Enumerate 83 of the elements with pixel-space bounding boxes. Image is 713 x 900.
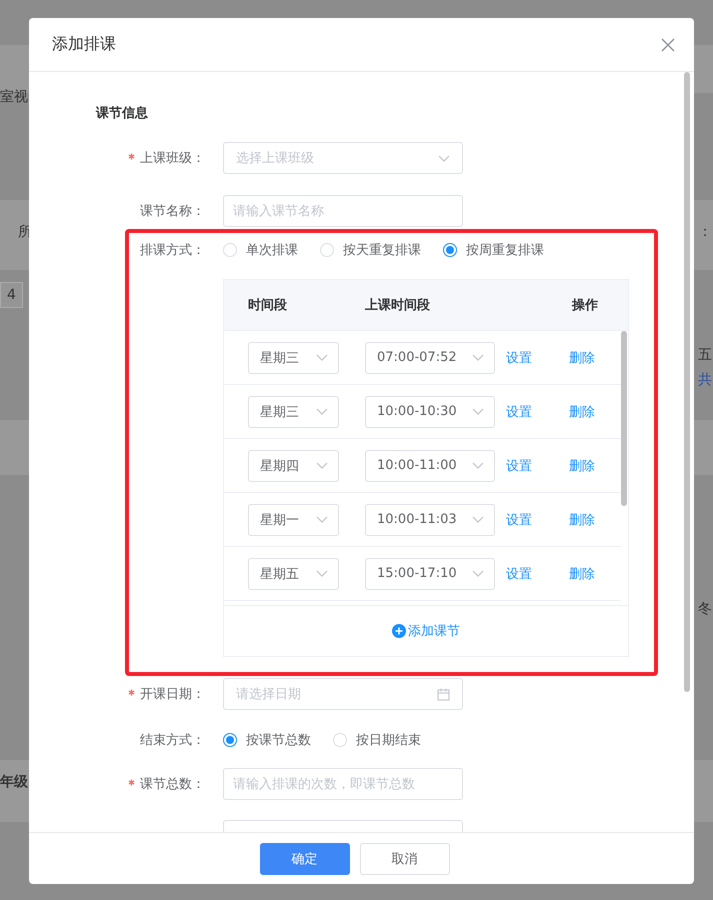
select-value: 星期四 bbox=[260, 458, 299, 474]
select-value: 星期三 bbox=[260, 350, 299, 366]
weekday-select[interactable]: 星期三 bbox=[248, 396, 339, 428]
plus-circle-icon bbox=[392, 624, 406, 638]
chevron-down-icon bbox=[316, 354, 328, 361]
select-value: 07:00-07:52 bbox=[377, 350, 457, 365]
field-label: 排课方式： bbox=[140, 242, 205, 259]
chevron-down-icon bbox=[472, 354, 484, 361]
select-value: 15:00-17:10 bbox=[377, 566, 457, 581]
background-text: ： bbox=[698, 223, 712, 241]
scrollbar-thumb[interactable] bbox=[621, 331, 627, 506]
delete-link[interactable]: 删除 bbox=[569, 564, 595, 582]
cancel-button[interactable]: 取消 bbox=[360, 842, 450, 874]
delete-link[interactable]: 删除 bbox=[569, 456, 595, 474]
chevron-down-icon bbox=[472, 570, 484, 577]
chevron-down-icon bbox=[316, 408, 328, 415]
input-placeholder: 请输入排课的次数，即课节总数 bbox=[233, 776, 415, 793]
delete-link[interactable]: 删除 bbox=[569, 510, 595, 528]
add-lesson-button[interactable]: 添加课节 bbox=[392, 622, 460, 640]
radio-option[interactable]: 按日期结束 bbox=[333, 731, 421, 749]
time-select[interactable]: 07:00-07:52 bbox=[365, 342, 495, 374]
radio-label: 单次排课 bbox=[246, 242, 298, 259]
background-text: 年级 bbox=[0, 773, 28, 791]
settings-link[interactable]: 设置 bbox=[506, 402, 532, 420]
radio-label: 按天重复排课 bbox=[343, 242, 421, 259]
confirm-button[interactable]: 确定 bbox=[260, 842, 350, 874]
field-label: 课节总数： bbox=[128, 775, 205, 793]
input-placeholder: 请输入课节名称 bbox=[233, 203, 324, 220]
chevron-down-icon bbox=[316, 516, 328, 523]
select-value: 10:00-10:30 bbox=[377, 404, 457, 419]
close-icon[interactable] bbox=[660, 36, 676, 52]
time-select[interactable]: 15:00-17:10 bbox=[365, 558, 495, 590]
radio-button[interactable] bbox=[223, 733, 237, 747]
settings-link[interactable]: 设置 bbox=[506, 348, 532, 366]
settings-link[interactable]: 设置 bbox=[506, 564, 532, 582]
chevron-down-icon bbox=[438, 154, 450, 162]
weekday-select[interactable]: 星期三 bbox=[248, 342, 339, 374]
chevron-down-icon bbox=[472, 408, 484, 415]
settings-link[interactable]: 设置 bbox=[506, 456, 532, 474]
dialog-title: 添加排课 bbox=[52, 34, 116, 55]
chevron-down-icon bbox=[472, 516, 484, 523]
column-header: 操作 bbox=[572, 297, 599, 314]
radio-option[interactable]: 按课节总数 bbox=[223, 731, 311, 749]
select-value: 星期三 bbox=[260, 404, 299, 420]
radio-label: 按课节总数 bbox=[246, 732, 311, 749]
select-value: 10:00-11:00 bbox=[377, 458, 457, 473]
chevron-down-icon bbox=[316, 462, 328, 469]
field-label: 结束方式： bbox=[140, 732, 205, 749]
select-value: 10:00-11:03 bbox=[377, 512, 457, 527]
radio-button[interactable] bbox=[443, 243, 457, 257]
settings-link[interactable]: 设置 bbox=[506, 510, 532, 528]
time-select[interactable]: 10:00-11:00 bbox=[365, 450, 495, 482]
chevron-down-icon bbox=[472, 462, 484, 469]
select-value: 星期一 bbox=[260, 512, 299, 528]
background-text: 室视 bbox=[0, 88, 28, 106]
radio-label: 按周重复排课 bbox=[466, 242, 544, 259]
field-label: 课节名称： bbox=[140, 203, 205, 220]
time-select[interactable]: 10:00-10:30 bbox=[365, 396, 495, 428]
background-text: 共 bbox=[698, 371, 712, 389]
date-placeholder: 请选择日期 bbox=[236, 686, 301, 703]
time-select[interactable]: 10:00-11:03 bbox=[365, 504, 495, 536]
column-header: 上课时间段 bbox=[365, 297, 431, 314]
delete-link[interactable]: 删除 bbox=[569, 348, 595, 366]
radio-option[interactable]: 按周重复排课 bbox=[443, 241, 544, 259]
field-label: 开课日期： bbox=[128, 685, 205, 703]
background-text: 五 bbox=[698, 346, 712, 364]
weekday-select[interactable]: 星期四 bbox=[248, 450, 339, 482]
calendar-icon bbox=[437, 688, 450, 700]
weekday-select[interactable]: 星期五 bbox=[248, 558, 339, 590]
select-value: 星期五 bbox=[260, 566, 299, 582]
section-title: 课节信息 bbox=[96, 106, 149, 122]
field-label: 上课班级： bbox=[128, 149, 205, 167]
delete-link[interactable]: 删除 bbox=[569, 402, 595, 420]
radio-label: 按日期结束 bbox=[356, 732, 421, 749]
select-placeholder: 选择上课班级 bbox=[236, 150, 314, 167]
background-text: 冬 bbox=[698, 600, 712, 618]
scrollbar-thumb[interactable] bbox=[684, 72, 690, 692]
chevron-down-icon bbox=[316, 570, 328, 577]
weekday-select[interactable]: 星期一 bbox=[248, 504, 339, 536]
radio-option[interactable]: 单次排课 bbox=[223, 241, 298, 259]
column-header: 时间段 bbox=[248, 297, 288, 314]
radio-option[interactable]: 按天重复排课 bbox=[320, 241, 421, 259]
background-text: 4 bbox=[0, 282, 23, 308]
